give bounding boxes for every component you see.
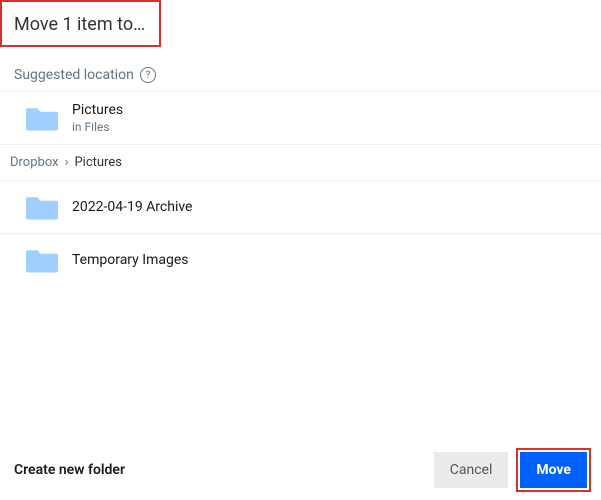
folder-icon bbox=[26, 104, 58, 132]
suggested-folder-sub: in Files bbox=[72, 120, 123, 134]
breadcrumb: Dropbox › Pictures bbox=[0, 145, 601, 180]
suggested-location-label: Suggested location ? bbox=[0, 47, 601, 91]
folder-row[interactable]: Temporary Images bbox=[0, 233, 601, 286]
folder-icon bbox=[26, 193, 58, 221]
breadcrumb-current: Pictures bbox=[74, 155, 121, 170]
cancel-button[interactable]: Cancel bbox=[434, 452, 509, 488]
breadcrumb-root[interactable]: Dropbox bbox=[10, 155, 59, 170]
help-icon[interactable]: ? bbox=[140, 67, 156, 83]
dialog-footer: Create new folder Cancel Move bbox=[0, 438, 601, 500]
create-new-folder-link[interactable]: Create new folder bbox=[14, 462, 125, 478]
folder-icon bbox=[26, 246, 58, 274]
folder-name: Temporary Images bbox=[72, 252, 188, 268]
suggested-location-row[interactable]: Pictures in Files bbox=[0, 91, 601, 145]
folder-row[interactable]: 2022-04-19 Archive bbox=[0, 180, 601, 233]
folder-name: 2022-04-19 Archive bbox=[72, 199, 192, 215]
chevron-right-icon: › bbox=[65, 155, 69, 170]
dialog-title: Move 1 item to… bbox=[0, 0, 161, 47]
suggested-folder-name: Pictures bbox=[72, 102, 123, 118]
suggested-label-text: Suggested location bbox=[14, 67, 134, 83]
move-button[interactable]: Move bbox=[520, 452, 587, 488]
